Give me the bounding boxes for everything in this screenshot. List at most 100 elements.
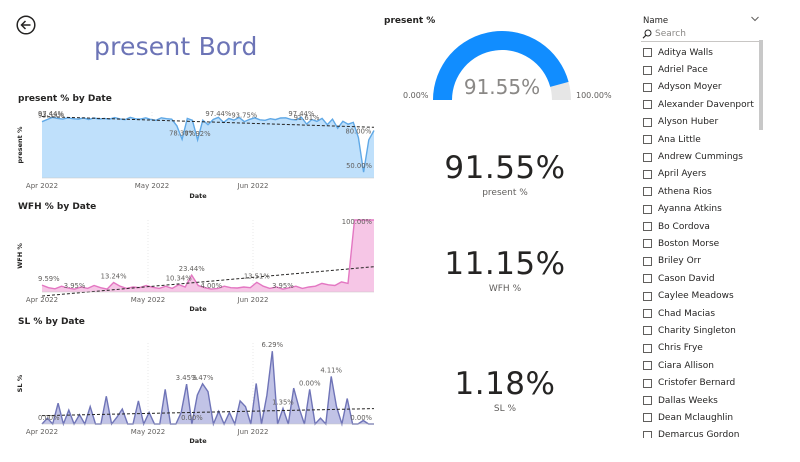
slicer-item[interactable]: Adyson Moyer: [641, 79, 757, 96]
slicer-item-label: Adyson Moyer: [658, 82, 722, 93]
checkbox[interactable]: [643, 187, 652, 197]
data-label: 3.47%: [192, 374, 214, 382]
present-line-chart: Apr 2022 May 2022 Jun 2022 Date present % 93.…: [16, 110, 375, 200]
slicer-item-label: Alyson Huber: [658, 117, 719, 128]
slicer-item[interactable]: Ayanna Atkins: [641, 201, 757, 218]
sl-card-label: SL %: [493, 404, 517, 414]
data-label: 50.00%: [346, 162, 372, 170]
slicer-item[interactable]: Aditya Walls: [641, 44, 757, 61]
slicer-item[interactable]: Adriel Pace: [641, 61, 757, 78]
data-label: 1.35%: [272, 398, 294, 406]
present-card: 91.55% present %: [430, 150, 580, 198]
slicer-item[interactable]: Charity Singleton: [641, 322, 757, 339]
data-label: 9.59%: [38, 275, 60, 283]
slicer-item-label: Cason David: [658, 273, 715, 284]
checkbox[interactable]: [643, 100, 652, 110]
data-label: 10.34%: [166, 275, 192, 283]
y-axis-title: present %: [16, 126, 24, 164]
wfh-card-label: WFH %: [488, 284, 522, 294]
slicer-item[interactable]: Ciara Allison: [641, 357, 757, 374]
slicer-item[interactable]: Alyson Huber: [641, 114, 757, 131]
slicer-scrollbar[interactable]: [759, 40, 763, 442]
checkbox[interactable]: [643, 274, 652, 284]
chevron-down-icon[interactable]: [750, 14, 760, 24]
data-label: 6.29%: [261, 341, 283, 349]
data-label: 97.44%: [38, 110, 64, 118]
slicer-item-label: Boston Morse: [658, 238, 720, 249]
checkbox[interactable]: [643, 135, 652, 145]
x-tick-label: Jun 2022: [237, 182, 269, 190]
data-label: 77.92%: [185, 130, 211, 138]
checkbox[interactable]: [643, 309, 652, 319]
slicer-item-label: Alexander Davenport: [658, 99, 754, 110]
slicer-item-label: Adriel Pace: [658, 65, 708, 76]
data-label: 4.11%: [320, 366, 342, 374]
data-label: 13.24%: [101, 272, 127, 280]
back-button[interactable]: [16, 15, 36, 35]
checkbox[interactable]: [643, 82, 652, 92]
slicer-item[interactable]: Ana Little: [641, 131, 757, 148]
x-tick-label: May 2022: [135, 182, 170, 190]
slicer-item-label: Athena Rios: [658, 186, 712, 197]
slicer-item[interactable]: Chad Macias: [641, 305, 757, 322]
gauge-title: present %: [384, 16, 436, 26]
data-label: 100.00%: [342, 218, 373, 226]
checkbox[interactable]: [643, 343, 652, 353]
data-label: 0.00%: [181, 414, 203, 422]
slicer-header: Name: [641, 12, 763, 28]
slicer-item-label: April Ayers: [658, 169, 707, 180]
slicer-item[interactable]: Bo Cordova: [641, 218, 757, 235]
checkbox[interactable]: [643, 65, 652, 75]
slicer-item-label: Ana Little: [658, 134, 701, 145]
slicer-item-label: Demarcus Gordon: [658, 430, 740, 438]
slicer-search-input[interactable]: [655, 28, 755, 40]
checkbox[interactable]: [643, 152, 652, 162]
slicer-item[interactable]: Caylee Meadows: [641, 287, 757, 304]
checkbox[interactable]: [643, 361, 652, 371]
y-axis-title: SL %: [16, 374, 24, 392]
slicer-item-label: Ciara Allison: [658, 360, 714, 371]
data-label: 3.95%: [64, 282, 86, 290]
x-tick-label: Jun 2022: [237, 296, 269, 304]
slicer-item[interactable]: Dallas Weeks: [641, 392, 757, 409]
search-icon: [642, 29, 652, 39]
slicer-item[interactable]: Chris Frye: [641, 340, 757, 357]
present-chart-title: present % by Date: [18, 94, 112, 104]
slicer-item[interactable]: April Ayers: [641, 166, 757, 183]
checkbox[interactable]: [643, 430, 652, 438]
data-label: 0.00%: [38, 414, 60, 422]
slicer-item[interactable]: Alexander Davenport: [641, 96, 757, 113]
checkbox[interactable]: [643, 239, 652, 249]
checkbox[interactable]: [643, 48, 652, 58]
data-label: 97.44%: [205, 110, 231, 118]
wfh-line-chart: Apr 2022 May 2022 Jun 2022 Date WFH % 9.59% 3.…: [16, 218, 375, 313]
slicer-item[interactable]: Briley Orr: [641, 253, 757, 270]
gauge-max-label: 100.00%: [576, 91, 612, 100]
y-axis-title: WFH %: [16, 243, 24, 269]
slicer-item-label: Caylee Meadows: [658, 291, 734, 302]
data-label: 0.00%: [350, 414, 372, 422]
slicer-item[interactable]: Dean Mclaughlin: [641, 409, 757, 426]
checkbox[interactable]: [643, 396, 652, 405]
checkbox[interactable]: [643, 222, 652, 232]
slicer-item[interactable]: Boston Morse: [641, 235, 757, 252]
checkbox[interactable]: [643, 326, 652, 336]
checkbox[interactable]: [643, 291, 652, 301]
slicer-item[interactable]: Athena Rios: [641, 183, 757, 200]
sl-card-value: 1.18%: [454, 366, 556, 402]
sl-card: 1.18% SL %: [430, 366, 580, 414]
checkbox[interactable]: [643, 413, 652, 423]
slicer-item[interactable]: Demarcus Gordon: [641, 427, 757, 438]
slicer-item[interactable]: Cristofer Bernard: [641, 374, 757, 391]
slicer-item[interactable]: Andrew Cummings: [641, 148, 757, 165]
checkbox[interactable]: [643, 169, 652, 179]
slicer-scroll-thumb[interactable]: [759, 40, 763, 130]
checkbox[interactable]: [643, 378, 652, 388]
slicer-item[interactable]: Cason David: [641, 270, 757, 287]
checkbox[interactable]: [643, 117, 652, 127]
checkbox[interactable]: [643, 256, 652, 266]
slicer-item-label: Andrew Cummings: [658, 152, 743, 163]
x-tick-label: Apr 2022: [26, 428, 58, 436]
checkbox[interactable]: [643, 204, 652, 214]
data-label: 13.51%: [244, 272, 270, 280]
